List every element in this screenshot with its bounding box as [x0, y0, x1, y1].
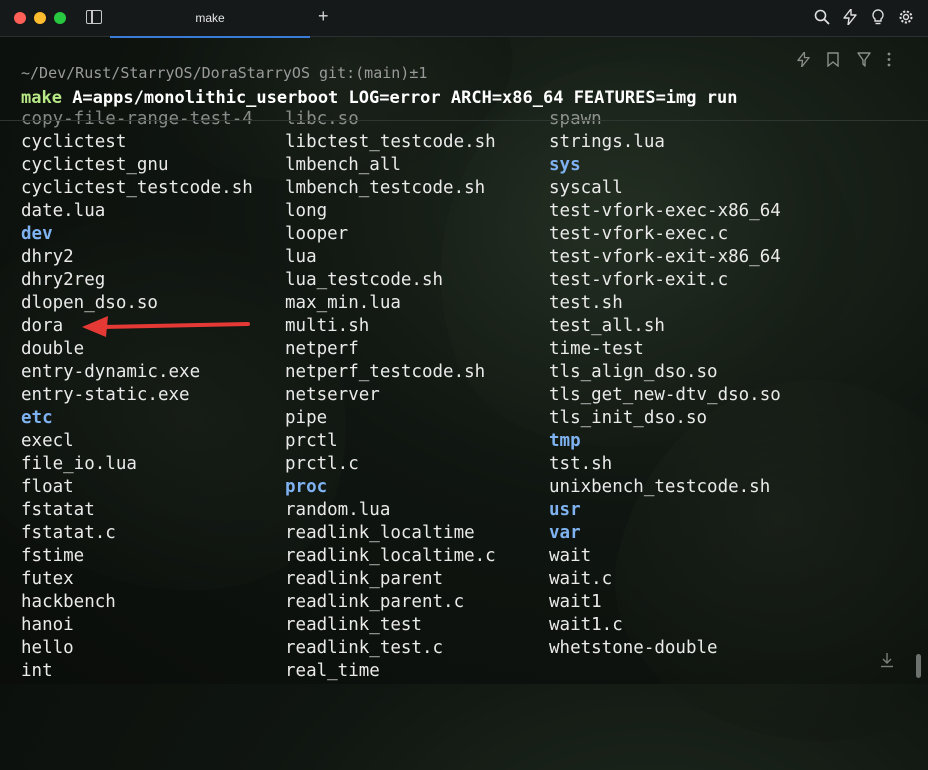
file-entry: max_min.lua [285, 293, 401, 313]
file-entry: time-test [549, 339, 644, 359]
file-entry: hackbench [21, 592, 116, 612]
file-entry: fstatat [21, 500, 95, 520]
file-entry: dlopen_dso.so [21, 293, 158, 313]
file-entry: double [21, 339, 85, 359]
file-entry: lua [285, 247, 317, 267]
file-entry: futex [21, 569, 74, 589]
zoom-window-button[interactable] [54, 12, 66, 24]
command-name: make [21, 88, 62, 108]
file-entry: float [21, 477, 74, 497]
file-entry: test.sh [549, 293, 623, 313]
file-entry: test-vfork-exit-x86_64 [549, 247, 781, 267]
file-entry: prctl.c [285, 454, 359, 474]
command-line: make A=apps/monolithic_userboot LOG=erro… [21, 88, 737, 108]
file-entry: entry-dynamic.exe [21, 362, 201, 382]
file-entry: tls_init_dso.so [549, 408, 708, 428]
file-entry: lua_testcode.sh [285, 270, 444, 290]
file-entry: test_all.sh [549, 316, 665, 336]
file-entry: multi.sh [285, 316, 370, 336]
file-entry: test-vfork-exec-x86_64 [549, 201, 781, 221]
file-entry: long [285, 201, 328, 221]
file-entry: strings.lua [549, 132, 665, 152]
file-entry: test-vfork-exec.c [549, 224, 729, 244]
sidebar-toggle-icon[interactable] [86, 10, 102, 24]
file-entry: libctest_testcode.sh [285, 132, 496, 152]
file-entry: prctl [285, 431, 338, 451]
file-entry: cyclictest_gnu [21, 155, 169, 175]
filter-icon[interactable] [857, 52, 871, 71]
file-entry: wait.c [549, 569, 613, 589]
scroll-to-bottom-icon[interactable] [880, 652, 894, 672]
file-entry: dhry2reg [21, 270, 106, 290]
search-icon[interactable] [814, 9, 830, 29]
file-entry: int [21, 661, 53, 681]
file-entry: readlink_test [285, 615, 422, 635]
tab-make[interactable]: make [110, 0, 310, 38]
directory-entry: var [549, 523, 581, 543]
file-entry: random.lua [285, 500, 391, 520]
file-entry: fstime [21, 546, 85, 566]
file-entry: fstatat.c [21, 523, 116, 543]
close-window-button[interactable] [14, 12, 26, 24]
file-entry: readlink_localtime [285, 523, 475, 543]
file-entry: hello [21, 638, 74, 658]
directory-entry: tmp [549, 431, 581, 451]
file-entry: dhry2 [21, 247, 74, 267]
file-entry: lmbench_testcode.sh [285, 178, 486, 198]
directory-entry: sys [549, 155, 581, 175]
more-icon[interactable] [887, 52, 891, 71]
bulb-icon[interactable] [871, 9, 885, 29]
file-entry: file_io.lua [21, 454, 137, 474]
file-entry: tls_align_dso.so [549, 362, 718, 382]
file-entry: hanoi [21, 615, 74, 635]
file-entry: date.lua [21, 201, 106, 221]
file-entry: entry-static.exe [21, 385, 190, 405]
output-column-1: copy-file-range-test-4 cyclictest cyclicte… [21, 108, 253, 683]
file-entry: netperf [285, 339, 359, 359]
file-entry: lmbench_all [285, 155, 401, 175]
file-entry: looper [285, 224, 349, 244]
bookmark-icon[interactable] [827, 52, 839, 71]
file-entry: tst.sh [549, 454, 613, 474]
directory-entry: proc [285, 477, 328, 497]
file-entry: cyclictest_testcode.sh [21, 178, 253, 198]
block-divider [0, 120, 928, 121]
prompt-path: ~/Dev/Rust/StarryOS/DoraStarryOS git:(ma… [21, 64, 428, 82]
file-entry: readlink_test.c [285, 638, 444, 658]
directory-entry: dev [21, 224, 53, 244]
title-bar: make + [0, 0, 928, 38]
file-entry: tls_get_new-dtv_dso.so [549, 385, 781, 405]
file-entry: pipe [285, 408, 328, 428]
output-column-3: spawn strings.lua sys syscall test-vfork-exe… [549, 108, 781, 660]
new-tab-button[interactable]: + [318, 6, 329, 27]
file-entry: cyclictest [21, 132, 127, 152]
output-column-2: libc.so libctest_testcode.sh lmbench_all lm… [285, 108, 496, 683]
file-entry: syscall [549, 178, 623, 198]
gear-icon[interactable] [898, 9, 914, 29]
file-entry: netserver [285, 385, 380, 405]
command-output: copy-file-range-test-4 cyclictest cyclicte… [0, 108, 928, 684]
file-entry: execl [21, 431, 74, 451]
bolt-icon[interactable] [797, 51, 810, 71]
minimize-window-button[interactable] [34, 12, 46, 24]
file-entry: wait1 [549, 592, 602, 612]
file-entry: unixbench_testcode.sh [549, 477, 771, 497]
file-entry: readlink_localtime.c [285, 546, 496, 566]
file-entry: test-vfork-exit.c [549, 270, 729, 290]
directory-entry: usr [549, 500, 581, 520]
file-entry: wait1.c [549, 615, 623, 635]
bolt-icon[interactable] [843, 8, 857, 29]
scrollbar-thumb[interactable] [916, 654, 921, 678]
directory-entry: etc [21, 408, 53, 428]
file-entry: wait [549, 546, 592, 566]
file-entry: readlink_parent.c [285, 592, 465, 612]
command-args: A=apps/monolithic_userboot LOG=error ARC… [61, 88, 738, 108]
file-entry: whetstone-double [549, 638, 718, 658]
tab-title: make [195, 11, 225, 25]
file-entry: readlink_parent [285, 569, 444, 589]
file-entry: netperf_testcode.sh [285, 362, 486, 382]
annotation-arrow [82, 316, 250, 337]
file-entry: real_time [285, 661, 380, 681]
